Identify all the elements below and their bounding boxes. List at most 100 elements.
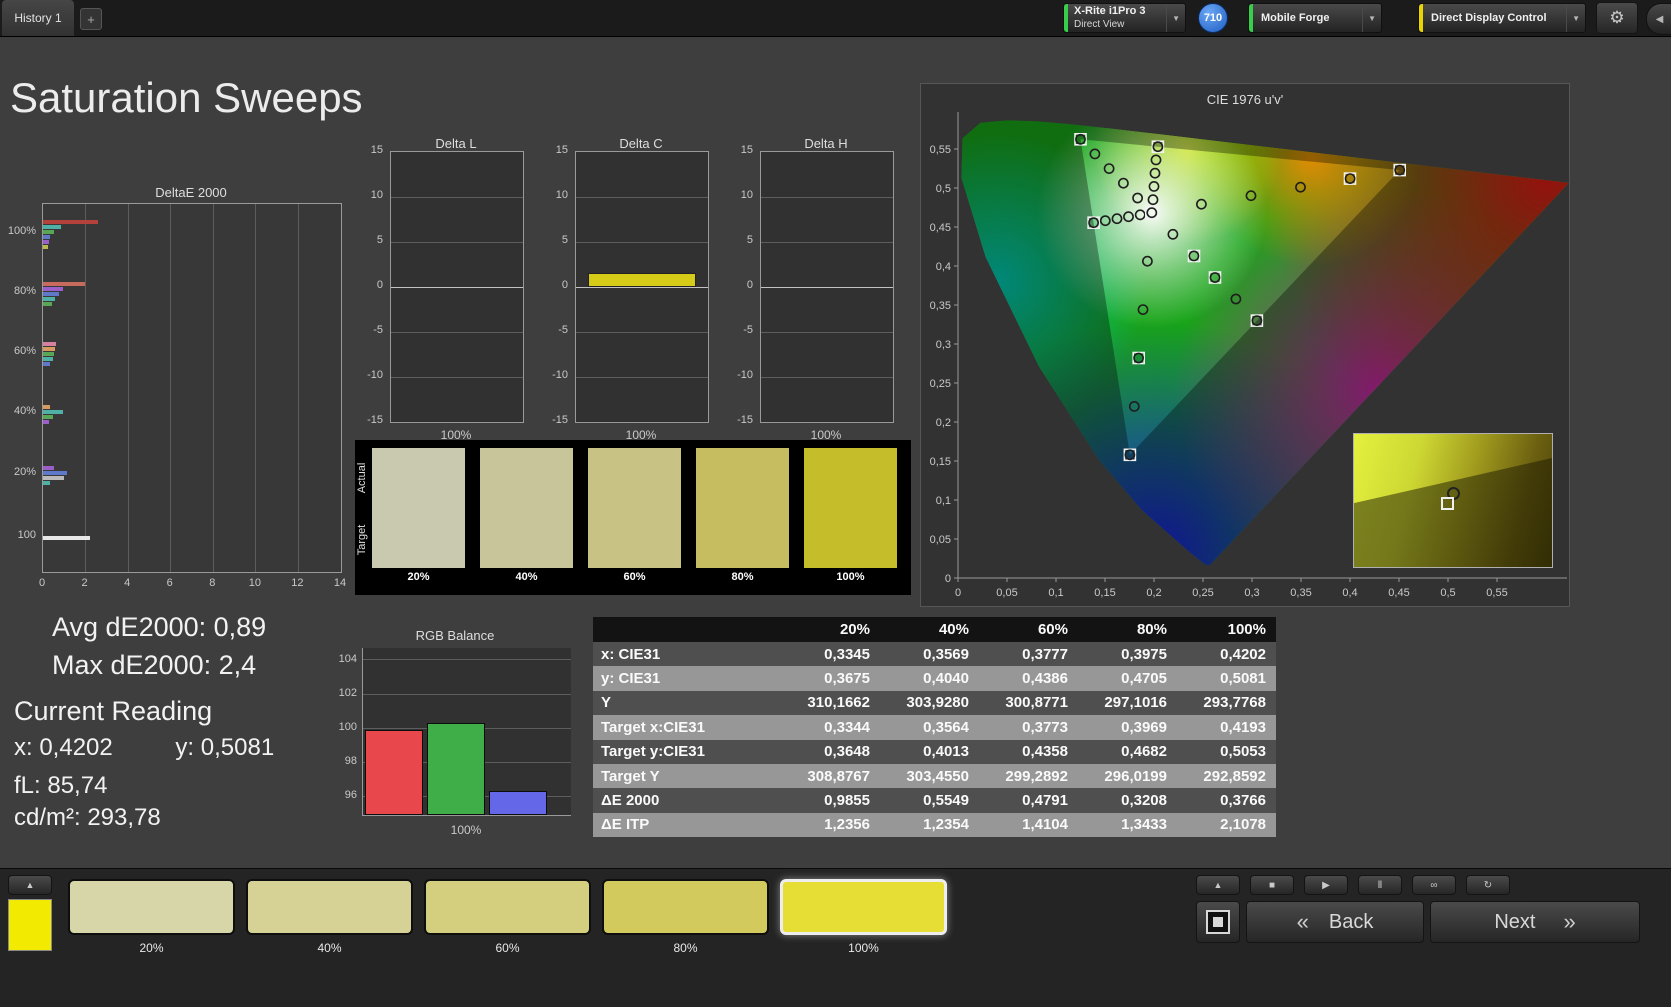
delta-h-chart: Delta H 15 10 5 0 -5 -10 -15 100% xyxy=(725,136,895,442)
collapse-panel-button[interactable]: ◀ xyxy=(1646,3,1671,35)
plot-area xyxy=(760,151,894,423)
chevron-right-icon: » xyxy=(1563,909,1576,934)
patch-swatch-label: 40% xyxy=(515,571,538,583)
chart-title: Delta H xyxy=(804,136,848,151)
chart-title: RGB Balance xyxy=(415,628,495,643)
gridline xyxy=(255,204,257,572)
measurement-count-badge: 710 xyxy=(1198,3,1228,33)
add-tab-button[interactable]: + xyxy=(80,8,102,30)
x-tick-label: 6 xyxy=(166,577,173,589)
current-xy-reading: x: 0,4202 y: 0,5081 xyxy=(14,734,274,762)
table-cell: 0,5053 xyxy=(1177,739,1276,764)
rgb-bar-green xyxy=(427,722,485,815)
table-cell: 1,3433 xyxy=(1078,812,1177,838)
table-row-label: ΔE 2000 xyxy=(593,788,781,813)
y-tick-label: 80% xyxy=(13,285,36,298)
y-tick-label: 20% xyxy=(13,466,36,479)
next-button[interactable]: Next » xyxy=(1430,901,1640,943)
gridline xyxy=(363,693,571,695)
y-tick-label: 15 xyxy=(740,144,753,156)
source-dropdown[interactable]: Mobile Forge ▼ xyxy=(1248,3,1382,33)
meter-mode: Direct View xyxy=(1074,18,1125,30)
svg-text:0,45: 0,45 xyxy=(930,222,951,234)
display-control-name: Direct Display Control xyxy=(1431,12,1547,24)
table-row-label: Target Y xyxy=(593,763,781,789)
rgb-bar-red xyxy=(365,729,423,815)
gridline xyxy=(212,204,214,572)
y-tick-label: 15 xyxy=(370,144,383,156)
gridline xyxy=(576,331,708,333)
table-cell: 0,4202 xyxy=(1177,642,1276,667)
gear-icon: ⚙ xyxy=(1609,8,1625,27)
y-tick-label: 5 xyxy=(376,234,383,246)
svg-text:0: 0 xyxy=(945,573,951,585)
table-corner-cell xyxy=(593,617,781,642)
y-tick-label: -15 xyxy=(367,414,383,426)
meter-name: X-Rite i1Pro 3 xyxy=(1074,5,1146,18)
delta-bar xyxy=(588,272,696,287)
de-bar xyxy=(43,297,55,302)
gridline xyxy=(576,241,708,243)
gridline xyxy=(297,204,299,572)
y-tick-label: -5 xyxy=(373,324,383,336)
patch-swatch-label: 80% xyxy=(731,571,754,583)
de-bar xyxy=(43,536,90,541)
meter-dropdown[interactable]: X-Rite i1Pro 3 Direct View ▼ xyxy=(1063,3,1186,33)
y-tick-label: -10 xyxy=(367,369,383,381)
gridline xyxy=(85,204,87,572)
table-cell: 1,4104 xyxy=(979,812,1078,838)
plot-area xyxy=(362,648,571,816)
table-cell: 0,4386 xyxy=(979,666,1078,691)
svg-text:0,4: 0,4 xyxy=(936,261,951,273)
continuous-button[interactable]: ∞ xyxy=(1412,875,1456,895)
table-header-cell: 40% xyxy=(880,617,979,642)
stop-button[interactable]: ■ xyxy=(1250,875,1294,895)
de-bar xyxy=(43,475,65,480)
svg-text:0,1: 0,1 xyxy=(936,495,951,507)
tab-history[interactable]: History 1 xyxy=(2,0,74,36)
table-cell: 2,1078 xyxy=(1177,812,1276,838)
current-reading-title: Current Reading xyxy=(14,696,213,726)
settings-button[interactable]: ⚙ xyxy=(1596,2,1638,34)
y-tick-label: 0 xyxy=(376,279,383,291)
y-tick-label: 40% xyxy=(13,405,36,418)
chevron-down-icon: ▼ xyxy=(1566,4,1585,32)
gridline xyxy=(576,196,708,198)
max-de2000: Max dE2000: 2,4 xyxy=(52,650,257,680)
table-cell: 0,4682 xyxy=(1078,739,1177,764)
de-bar xyxy=(43,282,85,287)
svg-text:0,35: 0,35 xyxy=(1290,587,1311,599)
gridline xyxy=(761,331,893,333)
gridline xyxy=(576,376,708,378)
gridline xyxy=(391,196,523,198)
back-button[interactable]: « Back xyxy=(1246,901,1424,943)
x-tick-label: 10 xyxy=(248,577,261,589)
x-tick-label: 0 xyxy=(38,577,46,589)
patch-swatch-label: 60% xyxy=(623,571,646,583)
svg-text:0,15: 0,15 xyxy=(930,456,951,468)
cie-zoom-inset xyxy=(1353,433,1553,568)
table-cell: 1,2354 xyxy=(880,812,979,838)
delta-l-chart: Delta L 15 10 5 0 -5 -10 -15 100% xyxy=(355,136,525,442)
play-button[interactable]: ▶ xyxy=(1304,875,1348,895)
de-bar xyxy=(43,244,49,249)
y-tick-label: 100% xyxy=(7,225,36,238)
y-tick-label: 100 xyxy=(17,529,36,542)
table-cell: 0,3777 xyxy=(979,642,1078,667)
table-cell: 0,9855 xyxy=(781,788,880,813)
table-cell: 0,3975 xyxy=(1078,642,1177,667)
svg-text:0,55: 0,55 xyxy=(1486,587,1507,599)
table-cell: 310,1662 xyxy=(781,690,880,716)
single-measure-button[interactable] xyxy=(1196,901,1240,943)
gridline xyxy=(761,196,893,198)
y-tick-label: -10 xyxy=(737,369,753,381)
deltae2000-chart: DeltaE 2000 0 2 4 6 8 10 12 14 100% 80% 60% 40% 20% 1… xyxy=(0,185,360,615)
de-bar xyxy=(43,342,56,347)
svg-text:0,05: 0,05 xyxy=(930,534,951,546)
pause-button[interactable]: Ⅱ xyxy=(1358,875,1402,895)
y-tick-label: 0 xyxy=(561,279,568,291)
table-cell: 0,3766 xyxy=(1177,788,1276,813)
display-control-dropdown[interactable]: Direct Display Control ▼ xyxy=(1418,3,1586,33)
x-tick-label: 8 xyxy=(209,577,216,589)
repeat-button[interactable]: ↻ xyxy=(1466,875,1510,895)
